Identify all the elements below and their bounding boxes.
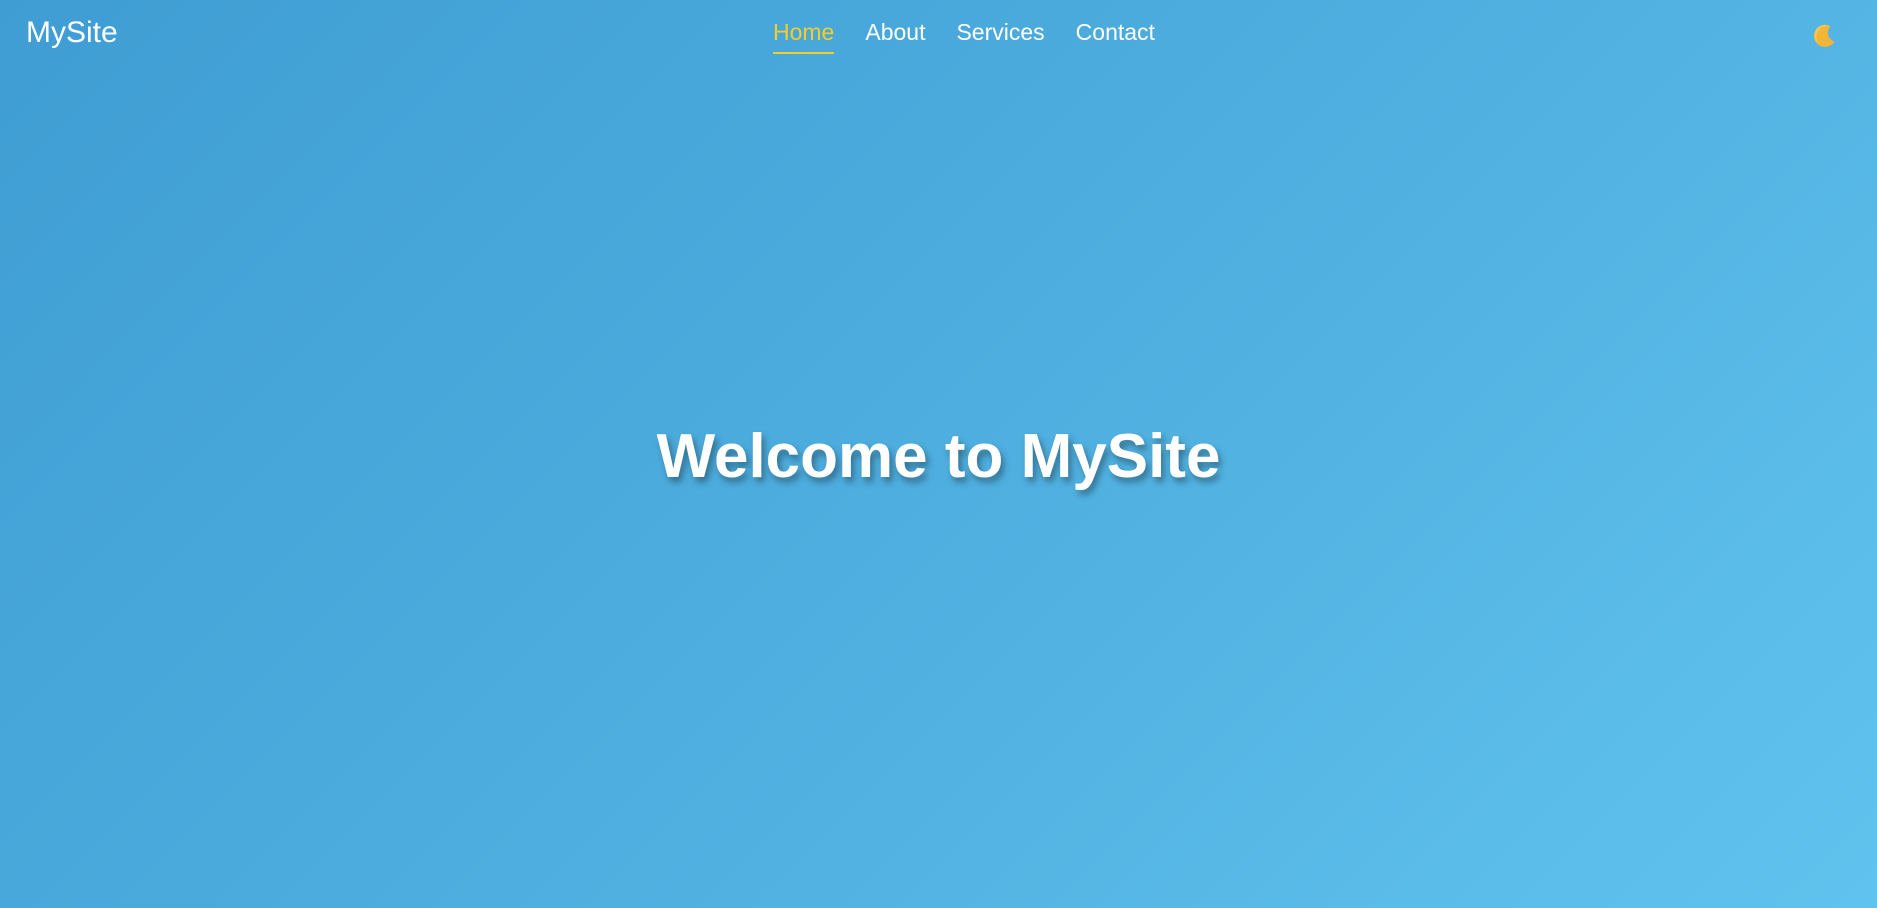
crescent-moon-icon (1813, 24, 1835, 48)
site-logo[interactable]: MySite (26, 15, 118, 51)
navbar: MySite Home About Services Contact (0, 0, 1877, 66)
nav-link-services[interactable]: Services (956, 18, 1044, 54)
hero-title: Welcome to MySite (656, 422, 1221, 491)
theme-toggle-button[interactable] (1810, 22, 1838, 50)
nav-links: Home About Services Contact (773, 18, 1155, 54)
nav-link-about[interactable]: About (865, 18, 925, 54)
nav-link-contact[interactable]: Contact (1076, 18, 1155, 54)
nav-link-home[interactable]: Home (773, 18, 835, 54)
